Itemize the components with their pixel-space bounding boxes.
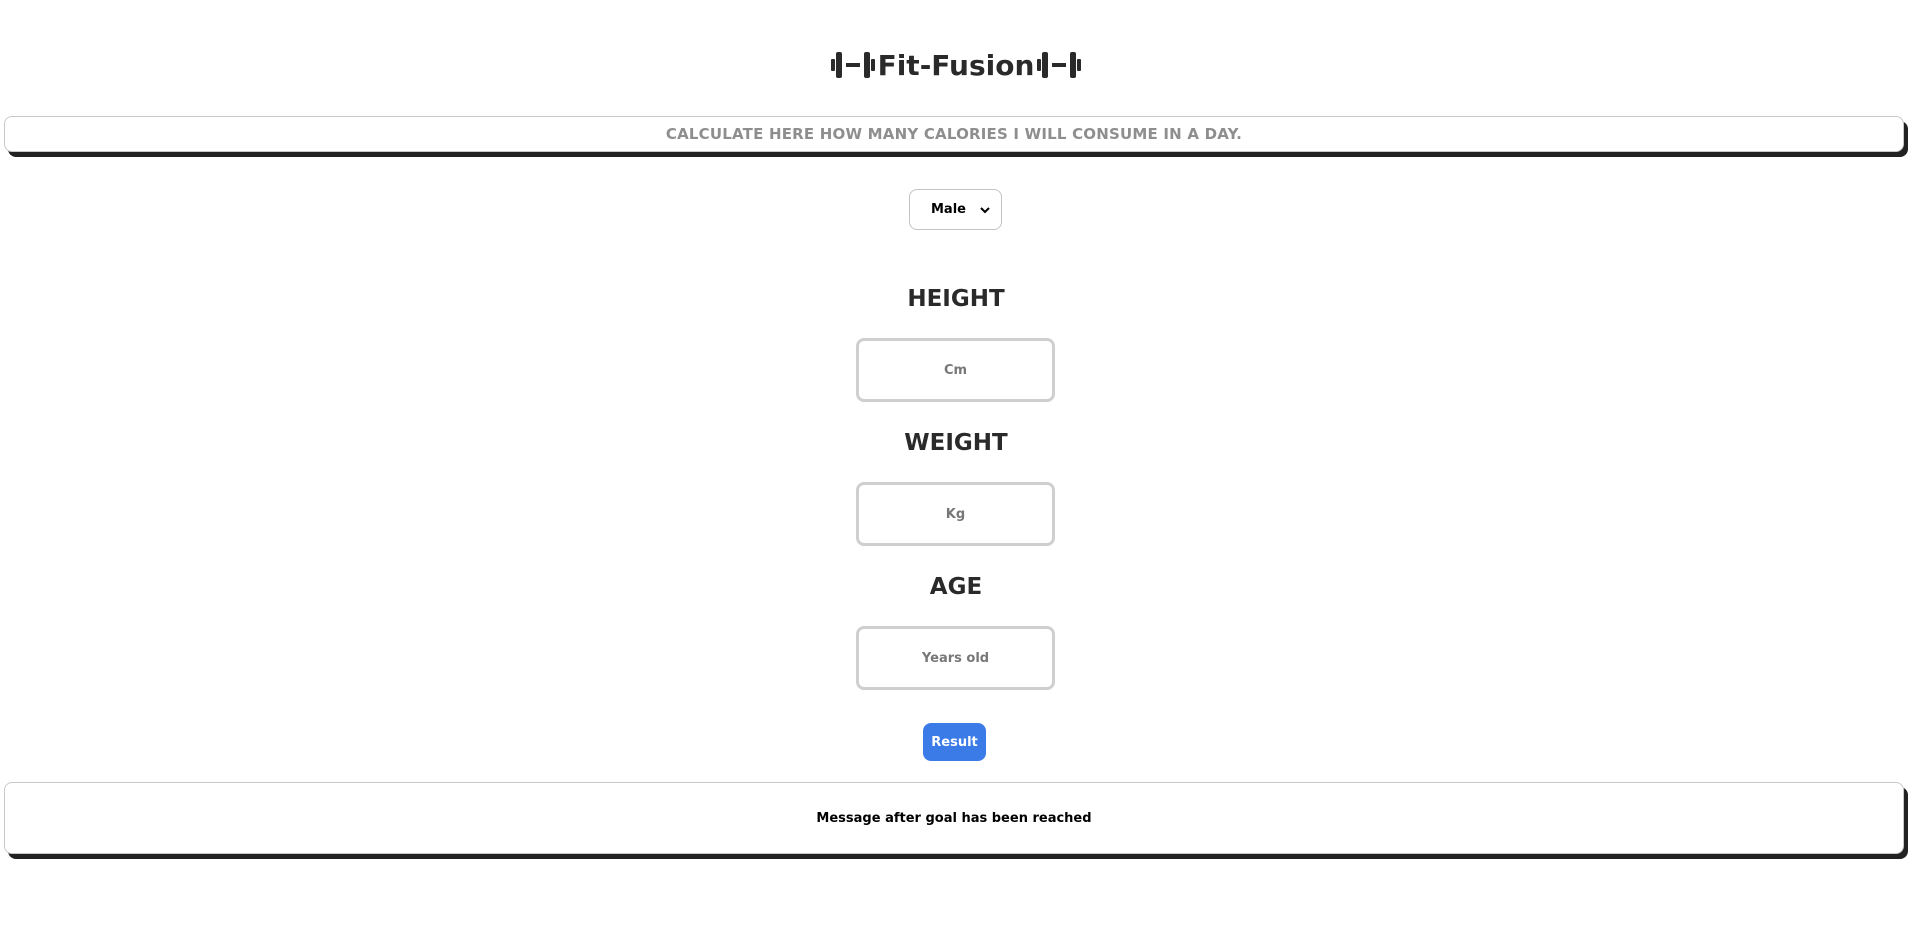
- calorie-banner: CALCULATE HERE HOW MANY CALORIES I WILL …: [4, 116, 1904, 152]
- goal-message-box: Message after goal has been reached: [4, 782, 1904, 854]
- gender-select[interactable]: Male: [909, 189, 1002, 230]
- age-input[interactable]: [856, 626, 1055, 690]
- goal-message-text: Message after goal has been reached: [816, 810, 1092, 826]
- age-label: AGE: [929, 574, 983, 600]
- height-label: HEIGHT: [907, 286, 1005, 312]
- app-header: Fit-Fusion: [0, 48, 1912, 82]
- banner-text: CALCULATE HERE HOW MANY CALORIES I WILL …: [665, 125, 1243, 143]
- height-input[interactable]: [856, 338, 1055, 402]
- app-title: Fit-Fusion: [877, 48, 1035, 82]
- dumbbell-icon: [1037, 52, 1082, 78]
- weight-input[interactable]: [856, 482, 1055, 546]
- gender-selected-value: Male: [931, 202, 966, 217]
- chevron-down-icon: [980, 206, 990, 213]
- result-button[interactable]: Result: [923, 723, 986, 761]
- weight-label: WEIGHT: [904, 430, 1008, 456]
- dumbbell-icon: [830, 52, 875, 78]
